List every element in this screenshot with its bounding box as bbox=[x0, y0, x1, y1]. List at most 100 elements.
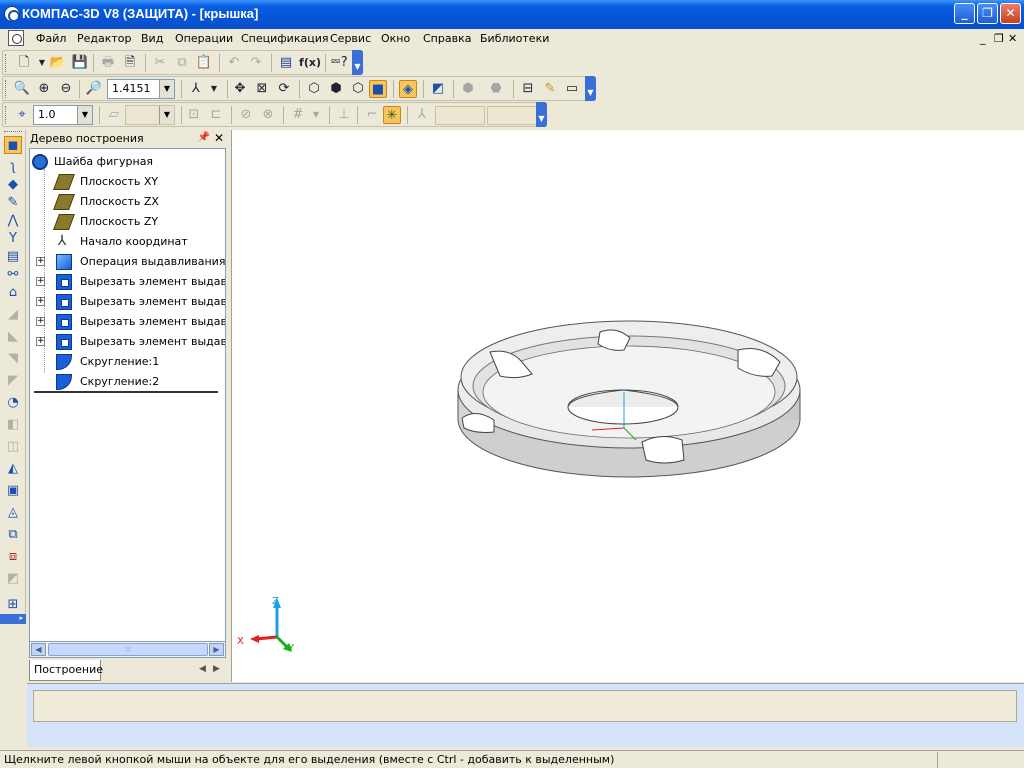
layer-combo[interactable]: ▼ bbox=[125, 105, 175, 125]
pin-icon[interactable]: 📌 bbox=[198, 132, 210, 143]
manager-icon[interactable]: ▤ bbox=[277, 54, 295, 72]
tree-item-fillet-1[interactable]: Скругление:1 bbox=[30, 352, 223, 372]
redo-icon[interactable]: ↷ bbox=[247, 54, 265, 72]
mdi-restore-button[interactable]: ❐ bbox=[994, 32, 1004, 45]
variables-fx-icon[interactable]: f(x) bbox=[299, 54, 321, 72]
filter-icon[interactable]: ⊘ bbox=[237, 106, 255, 124]
sheet-metal-icon[interactable]: ⌂ bbox=[4, 284, 22, 302]
hole-tool-icon[interactable]: ◫ bbox=[4, 438, 22, 456]
tab-prev-icon[interactable]: ◀ bbox=[199, 664, 206, 674]
paste-icon[interactable]: 📋 bbox=[195, 54, 213, 72]
perspective-icon[interactable]: ◈ bbox=[399, 80, 417, 98]
menu-specification[interactable]: Спецификация bbox=[241, 32, 328, 45]
grid-dropdown-icon[interactable]: ▼ bbox=[307, 106, 325, 124]
chevron-down-icon[interactable]: ▼ bbox=[159, 106, 174, 124]
mdi-close-button[interactable]: ✕ bbox=[1008, 32, 1017, 45]
restore-button[interactable]: ❐ bbox=[977, 3, 998, 24]
toolbar-options-icon[interactable]: ▼ bbox=[352, 50, 363, 75]
measure-icon[interactable]: ⊟ bbox=[519, 80, 537, 98]
rotate-icon[interactable]: ⟳ bbox=[275, 80, 293, 98]
close-button[interactable]: ✕ bbox=[1000, 3, 1021, 24]
loft-op-icon[interactable]: ◤ bbox=[4, 372, 22, 390]
wireframe-icon[interactable]: ⬡ bbox=[305, 80, 323, 98]
properties-icon[interactable]: ▭ bbox=[563, 80, 581, 98]
menu-window[interactable]: Окно bbox=[381, 32, 410, 45]
washer-model[interactable] bbox=[457, 320, 801, 478]
print-icon[interactable]: 🖶 bbox=[99, 54, 117, 72]
coordinates-icon[interactable]: ⅄ bbox=[413, 106, 431, 124]
chevron-down-icon[interactable]: ▼ bbox=[77, 106, 92, 124]
new-document-icon[interactable]: 🗋 bbox=[15, 54, 33, 72]
tree-item-plane-zx[interactable]: Плоскость ZX bbox=[30, 192, 223, 212]
menu-view[interactable]: Вид bbox=[141, 32, 163, 45]
expand-icon[interactable]: + bbox=[36, 277, 45, 286]
tree-close-icon[interactable]: ✕ bbox=[214, 131, 224, 145]
zoom-scale-icon[interactable]: 🔎 bbox=[85, 80, 103, 98]
save-icon[interactable]: 💾 bbox=[71, 54, 89, 72]
hidden-thin-lines-icon[interactable]: ⬡ bbox=[349, 80, 367, 98]
menu-file[interactable]: Файл bbox=[36, 32, 66, 45]
tree-item-cut-3[interactable]: + Вырезать элемент выдавли bbox=[30, 312, 225, 332]
component-icon[interactable]: ⬣ bbox=[487, 80, 505, 98]
tree-item-cut-1[interactable]: + Вырезать элемент выдавли bbox=[30, 272, 225, 292]
copy-icon[interactable]: ⧉ bbox=[173, 54, 191, 72]
hidden-lines-icon[interactable]: ⬢ bbox=[327, 80, 345, 98]
edit-pencil-icon[interactable]: ✎ bbox=[541, 80, 559, 98]
mdi-minimize-button[interactable]: _ bbox=[980, 32, 986, 45]
tree-item-plane-xy[interactable]: Плоскость XY bbox=[30, 172, 223, 192]
menu-service[interactable]: Сервис bbox=[330, 32, 371, 45]
scroll-left-icon[interactable]: ◀ bbox=[31, 643, 46, 656]
scroll-thumb[interactable]: ⦙⦙⦙ bbox=[48, 643, 208, 656]
tree-item-fillet-2[interactable]: Скругление:2 bbox=[30, 372, 223, 392]
zoom-in-icon[interactable]: ⊕ bbox=[35, 80, 53, 98]
measure-diagnostics-icon[interactable]: ⋀ bbox=[4, 212, 22, 230]
model-canvas[interactable]: Z X Y bbox=[232, 130, 1024, 682]
orientation-dropdown-icon[interactable]: ▼ bbox=[205, 80, 223, 98]
ortho-icon[interactable]: ⊥ bbox=[335, 106, 353, 124]
undo-icon[interactable]: ↶ bbox=[225, 54, 243, 72]
fillet-tool-icon[interactable]: ◔ bbox=[4, 394, 22, 412]
coord-y-field[interactable] bbox=[487, 106, 537, 125]
open-folder-icon[interactable]: 📂 bbox=[49, 54, 67, 72]
link-icon[interactable]: ⊗ bbox=[259, 106, 277, 124]
surfaces-icon[interactable]: ◆ bbox=[4, 176, 22, 194]
reports-icon[interactable]: ⚯ bbox=[4, 266, 22, 284]
local-cs-dropdown-icon[interactable]: ⊏ bbox=[207, 106, 225, 124]
mirror-tool-icon[interactable]: ⧈ bbox=[4, 548, 22, 566]
local-cs-icon[interactable]: ⊡ bbox=[185, 106, 203, 124]
expand-icon[interactable]: + bbox=[36, 337, 45, 346]
layer-icon[interactable]: ▱ bbox=[105, 106, 123, 124]
editing-details-icon[interactable]: ◼ bbox=[4, 136, 22, 154]
toolbar-options-icon[interactable]: ▼ bbox=[585, 76, 596, 101]
array-tool-icon[interactable]: ⧉ bbox=[4, 526, 22, 544]
expand-icon[interactable]: + bbox=[36, 317, 45, 326]
spatial-curves-icon[interactable]: ʅ bbox=[4, 158, 22, 176]
help-pointer-icon[interactable]: ⮹? bbox=[330, 54, 348, 72]
coord-x-field[interactable] bbox=[435, 106, 485, 125]
zoom-window-icon[interactable]: 🔍 bbox=[13, 80, 31, 98]
halftone-icon[interactable]: ■ bbox=[369, 80, 387, 98]
toolbar-expand-icon[interactable]: ▸ bbox=[0, 614, 26, 624]
assembly-icon[interactable]: ⬢ bbox=[459, 80, 477, 98]
cut-icon[interactable]: ✂ bbox=[151, 54, 169, 72]
expand-icon[interactable]: + bbox=[36, 257, 45, 266]
tab-next-icon[interactable]: ▶ bbox=[213, 664, 220, 674]
menu-help[interactable]: Справка bbox=[423, 32, 471, 45]
pan-icon[interactable]: ✥ bbox=[231, 80, 249, 98]
extrude-op-icon[interactable]: ◢ bbox=[4, 306, 22, 324]
library-tool-icon[interactable]: ⊞ bbox=[4, 596, 22, 614]
snap-icon[interactable]: ✳ bbox=[383, 106, 401, 124]
document-icon[interactable] bbox=[8, 30, 24, 46]
cut-rotate-tool-icon[interactable]: ◬ bbox=[4, 504, 22, 522]
chamfer-tool-icon[interactable]: ◧ bbox=[4, 416, 22, 434]
auxiliary-geometry-icon[interactable]: ✎ bbox=[4, 194, 22, 212]
tree-item-cut-4[interactable]: + Вырезать элемент выдавли bbox=[30, 332, 225, 352]
cut-extrude-tool-icon[interactable]: ▣ bbox=[4, 482, 22, 500]
zoom-out-icon[interactable]: ⊖ bbox=[57, 80, 75, 98]
specification-icon[interactable]: ▤ bbox=[4, 248, 22, 266]
filters-icon[interactable]: Y bbox=[4, 230, 22, 248]
tree-horizontal-scrollbar[interactable]: ◀ ⦙⦙⦙ ▶ bbox=[29, 641, 226, 658]
kompas-app-icon[interactable] bbox=[4, 6, 20, 22]
menu-operations[interactable]: Операции bbox=[175, 32, 233, 45]
tree-item-extrude-1[interactable]: + Операция выдавливания:1 bbox=[30, 252, 225, 272]
